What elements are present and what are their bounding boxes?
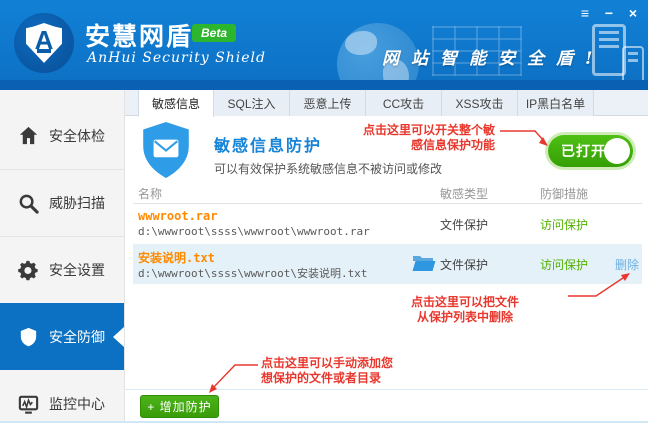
logo-shield-icon: A [26, 23, 62, 63]
main-panel: 敏感信息 SQL注入 恶意上传 CC攻击 XSS攻击 IP黑白名单 敏感信息防护… [125, 90, 648, 421]
file-name: wwwroot.rar [138, 209, 218, 223]
search-icon [19, 194, 39, 214]
shield-mail-icon [140, 121, 192, 184]
table-header: 名称 敏感类型 防御措施 [133, 183, 642, 204]
annotation-toggle: 点击这里可以开关整个敏 感信息保护功能 [362, 123, 495, 152]
header-slogan: 网站智能安全盾! [382, 49, 605, 69]
app-title: 安慧网盾 [85, 23, 194, 51]
sensitive-type: 文件保护 [440, 218, 489, 232]
sidebar-item-security-check[interactable]: 安全体检 [0, 102, 124, 169]
feature-description: 可以有效保护系统敏感信息不被访问或修改 [214, 162, 443, 176]
tab-xss-attack[interactable]: XSS攻击 [442, 90, 518, 116]
table-row[interactable]: 安装说明.txt d:\wwwroot\ssss\wwwroot\安装说明.tx… [133, 244, 642, 284]
app-window: 网站智能安全盾! A 安慧网盾 Beta AnHui Security Shie… [0, 0, 648, 423]
sidebar: 安全体检 威胁扫描 安全设置 安全防御 监控中心 [0, 90, 125, 421]
monitor-icon [18, 395, 39, 414]
sidebar-item-security-defense[interactable]: 安全防御 [0, 303, 124, 370]
divider [125, 389, 648, 390]
menu-icon[interactable]: ≡ [576, 4, 594, 22]
sidebar-item-label: 安全防御 [49, 329, 105, 345]
tab-malicious-upload[interactable]: 恶意上传 [290, 90, 366, 116]
annotation-delete: 点击这里可以把文件 从保护列表中删除 [410, 295, 519, 324]
file-path: d:\wwwroot\ssss\wwwroot\wwwroot.rar [138, 225, 370, 238]
shield-icon [20, 327, 37, 346]
minimize-icon[interactable]: − [600, 4, 618, 22]
toggle-knob [604, 138, 630, 164]
toggle-label: 已打开 [561, 143, 606, 159]
tab-cc-attack[interactable]: CC攻击 [366, 90, 442, 116]
beta-badge: Beta [192, 24, 237, 42]
column-type: 敏感类型 [440, 187, 489, 201]
defense-measure: 访问保护 [540, 258, 589, 272]
add-protection-button[interactable]: + 增加防护 [140, 395, 219, 418]
gear-icon [18, 260, 38, 280]
app-logo: A [14, 13, 74, 73]
tab-bar: 敏感信息 SQL注入 恶意上传 CC攻击 XSS攻击 IP黑白名单 [125, 90, 648, 117]
sidebar-item-monitor-center[interactable]: 监控中心 [0, 370, 124, 421]
sidebar-item-security-settings[interactable]: 安全设置 [0, 236, 124, 303]
column-name: 名称 [138, 187, 163, 201]
window-controls: ≡ − × [576, 4, 642, 22]
file-name: 安装说明.txt [138, 251, 215, 265]
annotation-add: 点击这里可以手动添加您 想保护的文件或者目录 [261, 356, 394, 385]
sidebar-item-label: 安全体检 [49, 127, 105, 144]
home-icon [19, 126, 38, 145]
delete-link[interactable]: 删除 [615, 256, 639, 273]
protection-toggle[interactable]: 已打开 [548, 135, 633, 167]
header: 网站智能安全盾! A 安慧网盾 Beta AnHui Security Shie… [0, 0, 648, 105]
table-row[interactable]: wwwroot.rar d:\wwwroot\ssss\wwwroot\wwwr… [133, 204, 642, 244]
sidebar-item-label: 安全设置 [49, 262, 105, 278]
sidebar-item-label: 威胁扫描 [49, 195, 105, 211]
tab-sql-injection[interactable]: SQL注入 [214, 90, 290, 116]
header-bottom-strip [0, 80, 648, 90]
app-title-en: AnHui Security Shield [87, 50, 266, 66]
sidebar-item-threat-scan[interactable]: 威胁扫描 [0, 169, 124, 236]
sidebar-item-label: 监控中心 [49, 396, 105, 412]
defense-measure: 访问保护 [540, 218, 589, 232]
folder-icon [411, 253, 437, 278]
protection-table: 名称 敏感类型 防御措施 wwwroot.rar d:\wwwroot\ssss… [133, 183, 642, 284]
column-defense: 防御措施 [540, 187, 589, 201]
sensitive-type: 文件保护 [440, 258, 489, 272]
file-path: d:\wwwroot\ssss\wwwroot\安装说明.txt [138, 267, 368, 280]
feature-title: 敏感信息防护 [214, 138, 323, 155]
tab-sensitive-info[interactable]: 敏感信息 [138, 90, 214, 117]
tab-ip-blackwhite-list[interactable]: IP黑白名单 [518, 90, 594, 116]
close-icon[interactable]: × [624, 4, 642, 22]
